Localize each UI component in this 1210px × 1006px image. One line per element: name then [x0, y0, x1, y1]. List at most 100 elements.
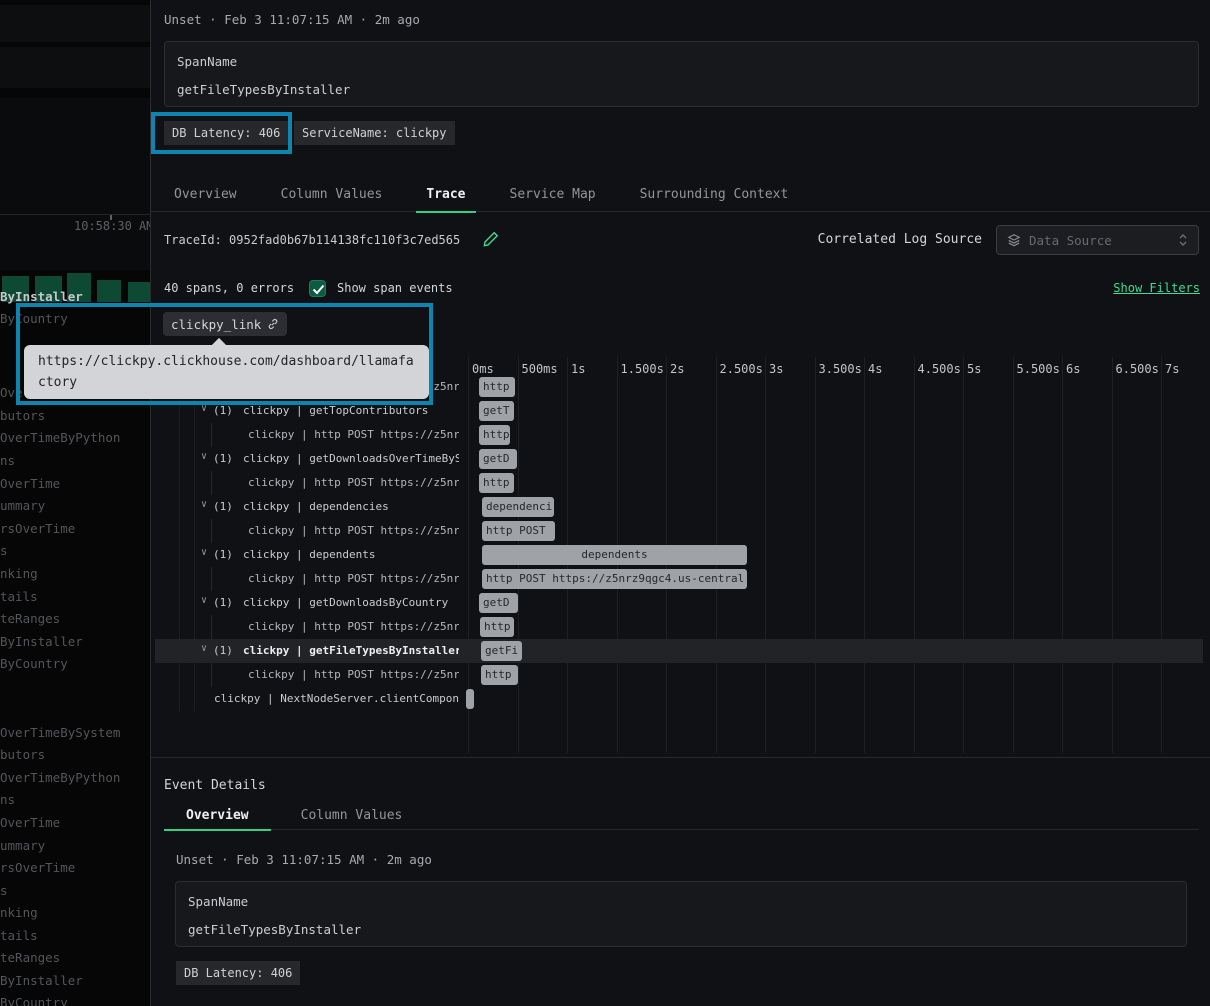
tab-trace[interactable]: Trace — [416, 180, 475, 212]
sidebar-item-bycountry[interactable]: ByCountry — [0, 311, 68, 326]
span-duration-bar[interactable]: getFi — [481, 641, 522, 661]
span-row-label: clickpy | http POST https://z5nrz9 — [151, 471, 459, 495]
span-duration-bar[interactable]: http — [480, 617, 514, 637]
sidebar-item-tails[interactable]: tails — [0, 589, 38, 604]
span-duration-bar[interactable]: dependents — [482, 545, 747, 565]
span-row-label: ∨(1)clickpy | getTopContributors — [151, 399, 459, 423]
span-duration-bar[interactable]: http — [479, 425, 510, 445]
tab-service-map[interactable]: Service Map — [500, 180, 606, 212]
tab-overview[interactable]: Overview — [164, 180, 247, 212]
span-row[interactable]: ∨(1)clickpy | getFileTypesByInstallerget… — [151, 639, 1210, 663]
span-row[interactable]: clickpy | http POST https://z5nrz9 http P… — [151, 567, 1210, 591]
span-duration-bar[interactable]: http — [481, 665, 518, 685]
span-child-count: (1) — [213, 404, 233, 417]
span-row[interactable]: clickpy | http POST https://z5nrz9http — [151, 615, 1210, 639]
span-row[interactable]: clickpy | NextNodeServer.clientComponent… — [151, 687, 1210, 711]
axis-tick-label: 7s — [1165, 362, 1179, 376]
sidebar-item-byinstaller[interactable]: ByInstaller — [0, 634, 83, 649]
sidebar-item-ummary[interactable]: ummary — [0, 838, 45, 853]
db-latency-badge[interactable]: DB Latency: 406 — [164, 121, 288, 145]
sidebar-item-ummary[interactable]: ummary — [0, 498, 45, 513]
span-child-count: (1) — [213, 644, 233, 657]
event-header: Unset · Feb 3 11:07:15 AM · 2m ago — [164, 12, 420, 27]
axis-tick-label: 3.500s — [819, 362, 862, 376]
edit-trace-id-icon[interactable] — [483, 231, 501, 249]
span-duration-bar[interactable]: getD — [479, 593, 518, 613]
section-divider — [151, 757, 1210, 758]
span-name-box: SpanName getFileTypesByInstaller — [164, 41, 1199, 107]
sidebar-item-teranges[interactable]: teRanges — [0, 950, 60, 965]
sidebar-item-teranges[interactable]: teRanges — [0, 611, 60, 626]
tab-surrounding-context[interactable]: Surrounding Context — [630, 180, 799, 212]
sidebar-item-overtimebypython[interactable]: OverTimeByPython — [0, 430, 120, 445]
chevron-down-icon[interactable]: ∨ — [201, 451, 207, 462]
span-row[interactable]: ∨(1)clickpy | dependenciesdependenci — [151, 495, 1210, 519]
tab-column-values[interactable]: Column Values — [271, 180, 393, 212]
span-duration-bar[interactable]: http — [479, 473, 514, 493]
sidebar-item-byinstaller[interactable]: ByInstaller — [0, 973, 83, 988]
span-name-text: clickpy | dependents — [243, 548, 375, 561]
span-row[interactable]: ∨(1)clickpy | getDownloadsOverTimeBySget… — [151, 447, 1210, 471]
sidebar-item-nking[interactable]: nking — [0, 905, 38, 920]
event-details-tab-overview[interactable]: Overview — [164, 803, 271, 830]
span-row[interactable]: clickpy | http POST https://z5nrz9 http — [151, 471, 1210, 495]
sidebar-item-byinstaller[interactable]: ByInstaller — [0, 289, 83, 304]
span-duration-bar[interactable]: getD — [479, 449, 517, 469]
sidebar-item-ove[interactable]: Ove — [0, 385, 23, 400]
chevron-down-icon[interactable]: ∨ — [201, 595, 207, 606]
sidebar-item-butors[interactable]: butors — [0, 408, 45, 423]
span-duration-bar[interactable]: http POST https://z5nrz9qgc4.us-central — [482, 569, 747, 589]
span-row[interactable]: ∨(1)clickpy | getDownloadsByCountry getD — [151, 591, 1210, 615]
span-row[interactable]: ∨(1)clickpy | getTopContributorsgetT — [151, 399, 1210, 423]
span-row[interactable]: clickpy | http POST https://z5nrz9 http P… — [151, 519, 1210, 543]
sidebar-item-ns[interactable]: ns — [0, 453, 15, 468]
axis-tick-label: 1.500s — [621, 362, 664, 376]
sidebar-item-s[interactable]: s — [0, 543, 8, 558]
clickpy-link-label: clickpy_link — [171, 317, 261, 332]
sidebar-item-overtimebypython[interactable]: OverTimeByPython — [0, 770, 120, 785]
sidebar-item-overtime[interactable]: OverTime — [0, 815, 60, 830]
span-duration-bar[interactable]: getT — [479, 401, 514, 421]
span-name-text: clickpy | http POST https://z5nrz9 — [248, 668, 459, 681]
span-duration-bar[interactable] — [466, 689, 474, 709]
sidebar-item-s[interactable]: s — [0, 883, 8, 898]
show-span-events-label: Show span events — [337, 281, 453, 295]
span-row[interactable]: clickpy | http POST https://z5nrz9 http — [151, 663, 1210, 687]
span-duration-bar[interactable]: dependenci — [482, 497, 554, 517]
service-name-badge[interactable]: ServiceName: clickpy — [294, 121, 455, 145]
clickpy-link-chip[interactable]: clickpy_link — [163, 312, 287, 336]
sidebar-item-bycountry[interactable]: ByCountry — [0, 656, 68, 671]
sidebar-item-bycountry[interactable]: ByCountry — [0, 995, 68, 1006]
chevron-down-icon[interactable]: ∨ — [201, 499, 207, 510]
span-row[interactable]: clickpy | http POST https://z5nrz9http — [151, 423, 1210, 447]
sidebar-item-overtimebysystem[interactable]: OverTimeBySystem — [0, 725, 120, 740]
span-row-label: ∨(1)clickpy | getFileTypesByInstaller — [151, 639, 459, 663]
show-filters-link[interactable]: Show Filters — [1113, 281, 1200, 295]
sidebar-item-rsovertime[interactable]: rsOverTime — [0, 860, 75, 875]
axis-tick-label: 2s — [670, 362, 684, 376]
layers-icon — [1007, 233, 1021, 247]
sidebar-item-ns[interactable]: ns — [0, 792, 15, 807]
select-chevrons-icon — [1178, 233, 1188, 247]
sidebar-item-rsovertime[interactable]: rsOverTime — [0, 521, 75, 536]
span-name-text: clickpy | http POST https://z5nrz9 — [248, 524, 459, 537]
chevron-down-icon[interactable]: ∨ — [201, 403, 207, 414]
sidebar-item-overtime[interactable]: OverTime — [0, 476, 60, 491]
span-row[interactable]: ∨(1)clickpy | dependentsdependents — [151, 543, 1210, 567]
show-span-events-checkbox[interactable] — [309, 280, 326, 297]
data-source-select[interactable]: Data Source — [996, 225, 1199, 255]
event-details-tab-column-values[interactable]: Column Values — [279, 803, 425, 830]
histogram-axis-line — [0, 214, 150, 215]
span-name-text: clickpy | http POST https://z5nrz9 — [248, 572, 459, 585]
sidebar-item-butors[interactable]: butors — [0, 747, 45, 762]
event-details-db-latency-badge[interactable]: DB Latency: 406 — [176, 961, 300, 985]
data-source-placeholder: Data Source — [1029, 233, 1178, 248]
sidebar-item-nking[interactable]: nking — [0, 566, 38, 581]
span-name-label: SpanName — [188, 894, 248, 909]
chevron-down-icon[interactable]: ∨ — [201, 547, 207, 558]
chevron-down-icon[interactable]: ∨ — [201, 643, 207, 654]
sidebar-item-tails[interactable]: tails — [0, 928, 38, 943]
span-duration-bar[interactable]: http — [479, 377, 515, 397]
span-duration-bar[interactable]: http POST — [482, 521, 555, 541]
span-row-label: ∨(1)clickpy | getDownloadsByCountry — [151, 591, 459, 615]
